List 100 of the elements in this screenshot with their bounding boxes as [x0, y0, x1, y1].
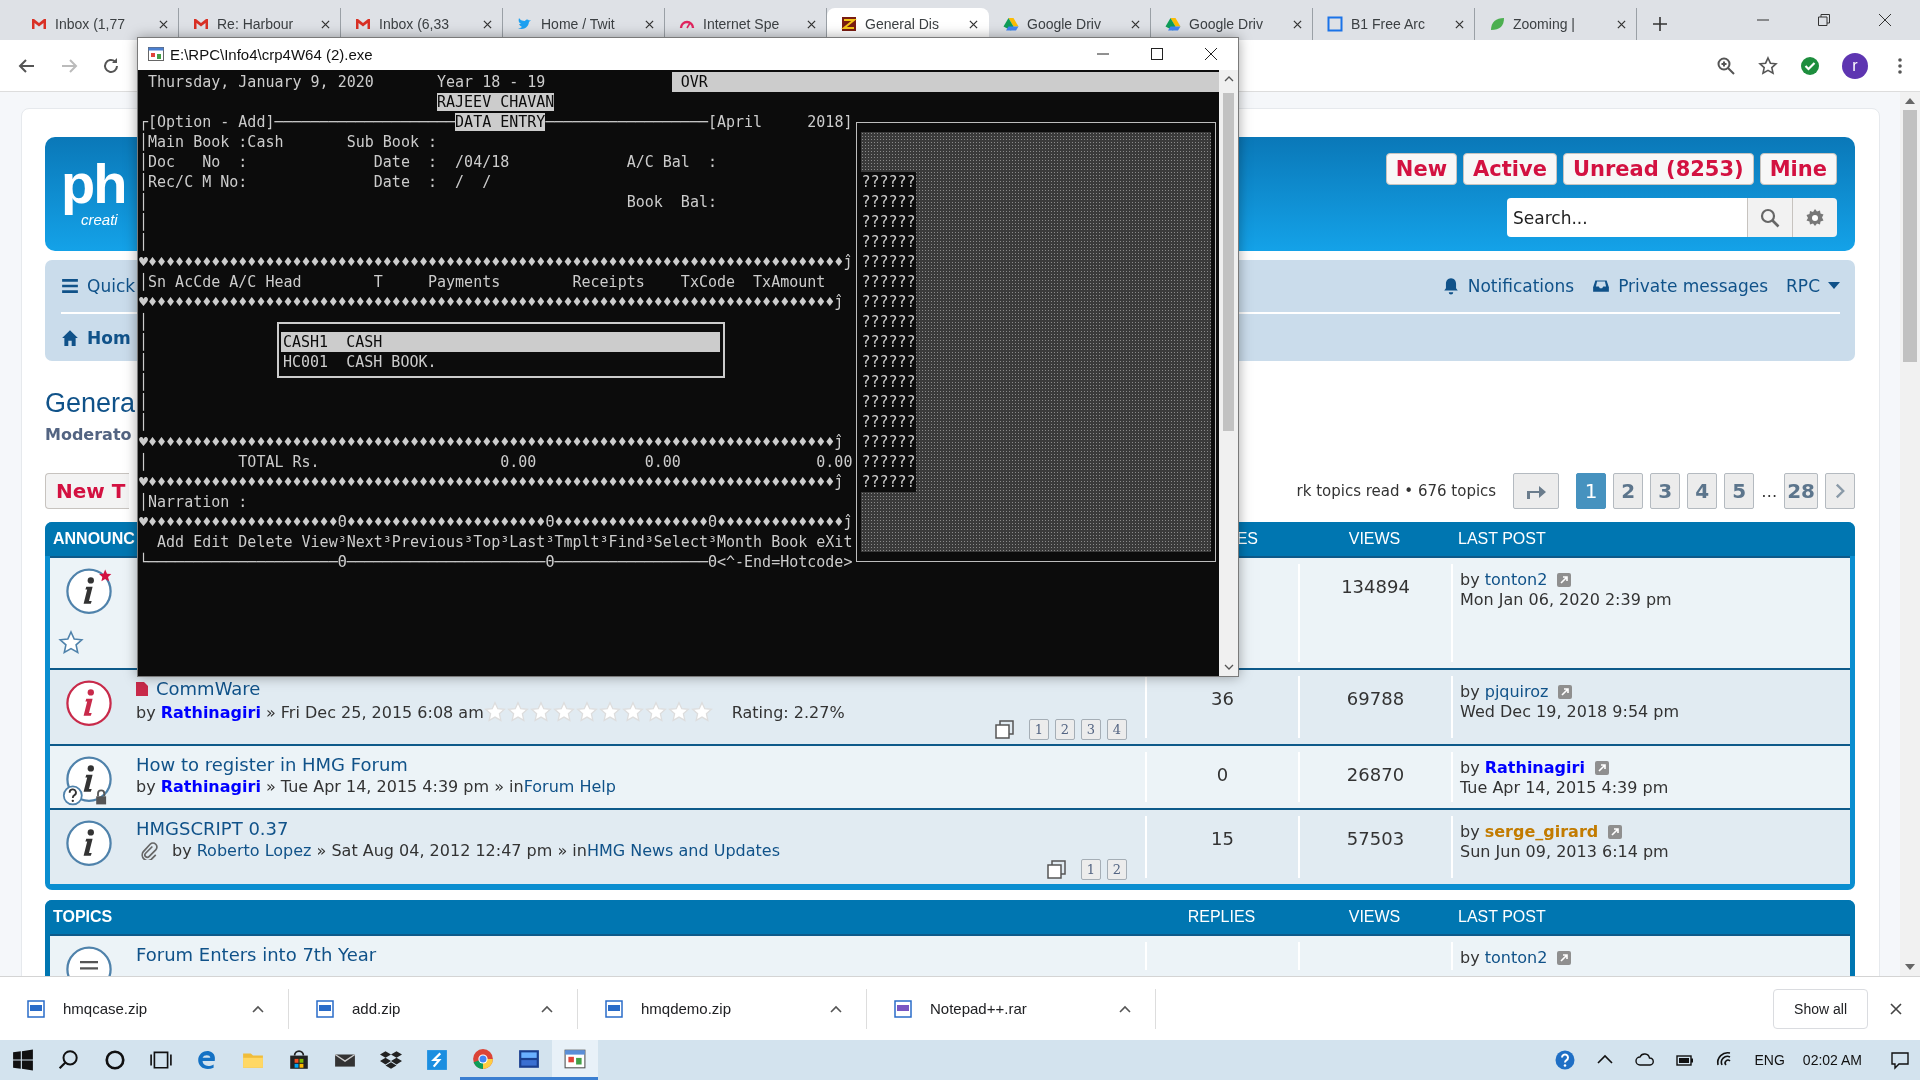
scroll-thumb[interactable] [1903, 110, 1917, 362]
topic-title-link[interactable]: Forum Enters into 7th Year [136, 944, 377, 965]
clock[interactable]: 02:02 AM [1802, 1052, 1862, 1068]
new-post-icon[interactable] [136, 681, 148, 696]
leaf-icon [1489, 16, 1505, 32]
close-icon[interactable] [1890, 1002, 1902, 1015]
rating-star[interactable] [690, 701, 713, 723]
scroll-up-icon[interactable] [1905, 98, 1915, 104]
close-icon[interactable] [1455, 19, 1464, 29]
page-link[interactable]: 2 [1055, 719, 1075, 740]
page-link[interactable]: 1 [1029, 719, 1049, 740]
forum-link[interactable]: Forum Help [523, 777, 616, 796]
page-link[interactable]: 2 [1107, 859, 1127, 880]
quick-link-button[interactable]: Unread (8253) [1562, 153, 1754, 185]
go-to-post-icon[interactable] [1608, 824, 1623, 839]
forum-link[interactable]: HMG News and Updates [586, 841, 780, 860]
rating-star[interactable] [667, 701, 690, 723]
quick-link-button[interactable]: Mine [1759, 153, 1837, 185]
download-item[interactable]: hmqcase.zip [0, 988, 289, 1029]
rating-star[interactable] [644, 701, 667, 723]
console-text: │ [139, 373, 149, 391]
rating-star[interactable] [552, 701, 575, 723]
go-to-post-icon[interactable] [1557, 572, 1572, 587]
close-icon[interactable] [1617, 19, 1626, 29]
close-icon[interactable] [483, 19, 492, 29]
go-to-post-icon[interactable] [1594, 760, 1609, 775]
console-window[interactable] [137, 37, 1239, 677]
zoom-icon[interactable] [1716, 55, 1736, 76]
check-icon[interactable] [1800, 55, 1820, 76]
page-link[interactable]: 4 [1107, 719, 1127, 740]
go-to-post-icon[interactable] [1557, 950, 1572, 965]
author-link[interactable]: tonton2 [1484, 948, 1548, 967]
caret-up-icon[interactable] [541, 1004, 553, 1013]
private-messages-link[interactable]: Private messages [1592, 276, 1769, 296]
page-button[interactable]: 28 [1784, 473, 1818, 509]
author-link[interactable]: pjquiroz [1484, 682, 1549, 701]
rating-star[interactable] [621, 701, 644, 723]
page-button[interactable]: 5 [1724, 473, 1755, 509]
scroll-up-icon[interactable] [1223, 76, 1234, 82]
close-icon[interactable] [807, 19, 816, 29]
page-link[interactable]: 3 [1081, 719, 1101, 740]
notification-icon[interactable] [1890, 1050, 1910, 1070]
close-icon[interactable] [159, 19, 168, 29]
author-link[interactable]: Rathinagiri [160, 777, 261, 796]
star-icon[interactable] [1758, 55, 1778, 76]
rating-star[interactable] [575, 701, 598, 723]
topic-title-link[interactable]: How to register in HMG Forum [136, 754, 408, 775]
home-link[interactable]: Hom [61, 327, 131, 348]
new-topic-button[interactable]: New T [45, 473, 130, 509]
forum-title[interactable]: Genera [45, 388, 136, 418]
rating-star[interactable] [598, 701, 621, 723]
language-indicator[interactable]: ENG [1754, 1052, 1785, 1068]
close-icon[interactable] [969, 19, 978, 29]
author-link[interactable]: tonton2 [1484, 570, 1548, 589]
quick-links-link[interactable]: Quick [61, 276, 136, 296]
lookup-item[interactable]: HC001 CASH BOOK. [281, 352, 720, 372]
scroll-down-icon[interactable] [1905, 964, 1915, 970]
page-button[interactable]: 2 [1613, 473, 1644, 509]
close-icon[interactable] [1131, 19, 1140, 29]
scroll-thumb[interactable] [1223, 93, 1234, 431]
topic-title-link[interactable]: HMGSCRIPT 0.37 [136, 818, 289, 839]
zip-file-icon [27, 999, 45, 1018]
console-scrollbar[interactable] [1219, 70, 1238, 676]
author-link[interactable]: Rathinagiri [1484, 758, 1585, 777]
author-link[interactable]: Roberto Lopez [196, 841, 312, 860]
download-item[interactable]: add.zip [289, 988, 578, 1029]
close-icon[interactable] [1293, 19, 1302, 29]
search-button[interactable] [1747, 198, 1792, 237]
page-button[interactable]: 4 [1687, 473, 1718, 509]
browser-tab[interactable]: General Dis [827, 8, 989, 40]
caret-up-icon[interactable] [1119, 1004, 1131, 1013]
settings-button[interactable] [1792, 198, 1837, 237]
download-item[interactable]: hmqdemo.zip [578, 988, 867, 1029]
rating-star[interactable] [506, 701, 529, 723]
search-field[interactable]: Search... [1507, 198, 1747, 237]
author-link[interactable]: Rathinagiri [160, 702, 261, 722]
go-to-post-icon[interactable] [1558, 684, 1573, 699]
caret-up-icon[interactable] [830, 1004, 842, 1013]
show-all-button[interactable]: Show all [1773, 988, 1868, 1029]
quick-link-button[interactable]: Active [1463, 153, 1557, 185]
topic-title-link[interactable]: CommWare [156, 678, 261, 699]
download-item[interactable]: Notepad++.rar [867, 988, 1156, 1029]
scroll-down-icon[interactable] [1223, 664, 1234, 670]
rating-star[interactable] [529, 701, 552, 723]
user-menu[interactable]: RPC [1786, 276, 1840, 296]
caret-up-icon[interactable] [252, 1004, 264, 1013]
search-icon [58, 1049, 80, 1071]
close-icon[interactable] [645, 19, 654, 29]
profile-avatar[interactable]: r [1842, 52, 1868, 79]
page-scrollbar[interactable] [1900, 92, 1920, 976]
plus-icon[interactable] [1653, 17, 1667, 31]
quick-link-button[interactable]: New [1385, 153, 1458, 185]
rating-star[interactable] [483, 701, 506, 723]
help-icon[interactable] [1554, 1050, 1575, 1070]
jump-button[interactable] [1513, 473, 1560, 509]
lookup-item[interactable]: CASH1 CASH [281, 332, 720, 352]
close-icon[interactable] [321, 19, 330, 29]
page-link[interactable]: 1 [1081, 859, 1101, 880]
notifications-link[interactable]: Notifications [1441, 276, 1575, 296]
page-button[interactable]: 3 [1650, 473, 1681, 509]
